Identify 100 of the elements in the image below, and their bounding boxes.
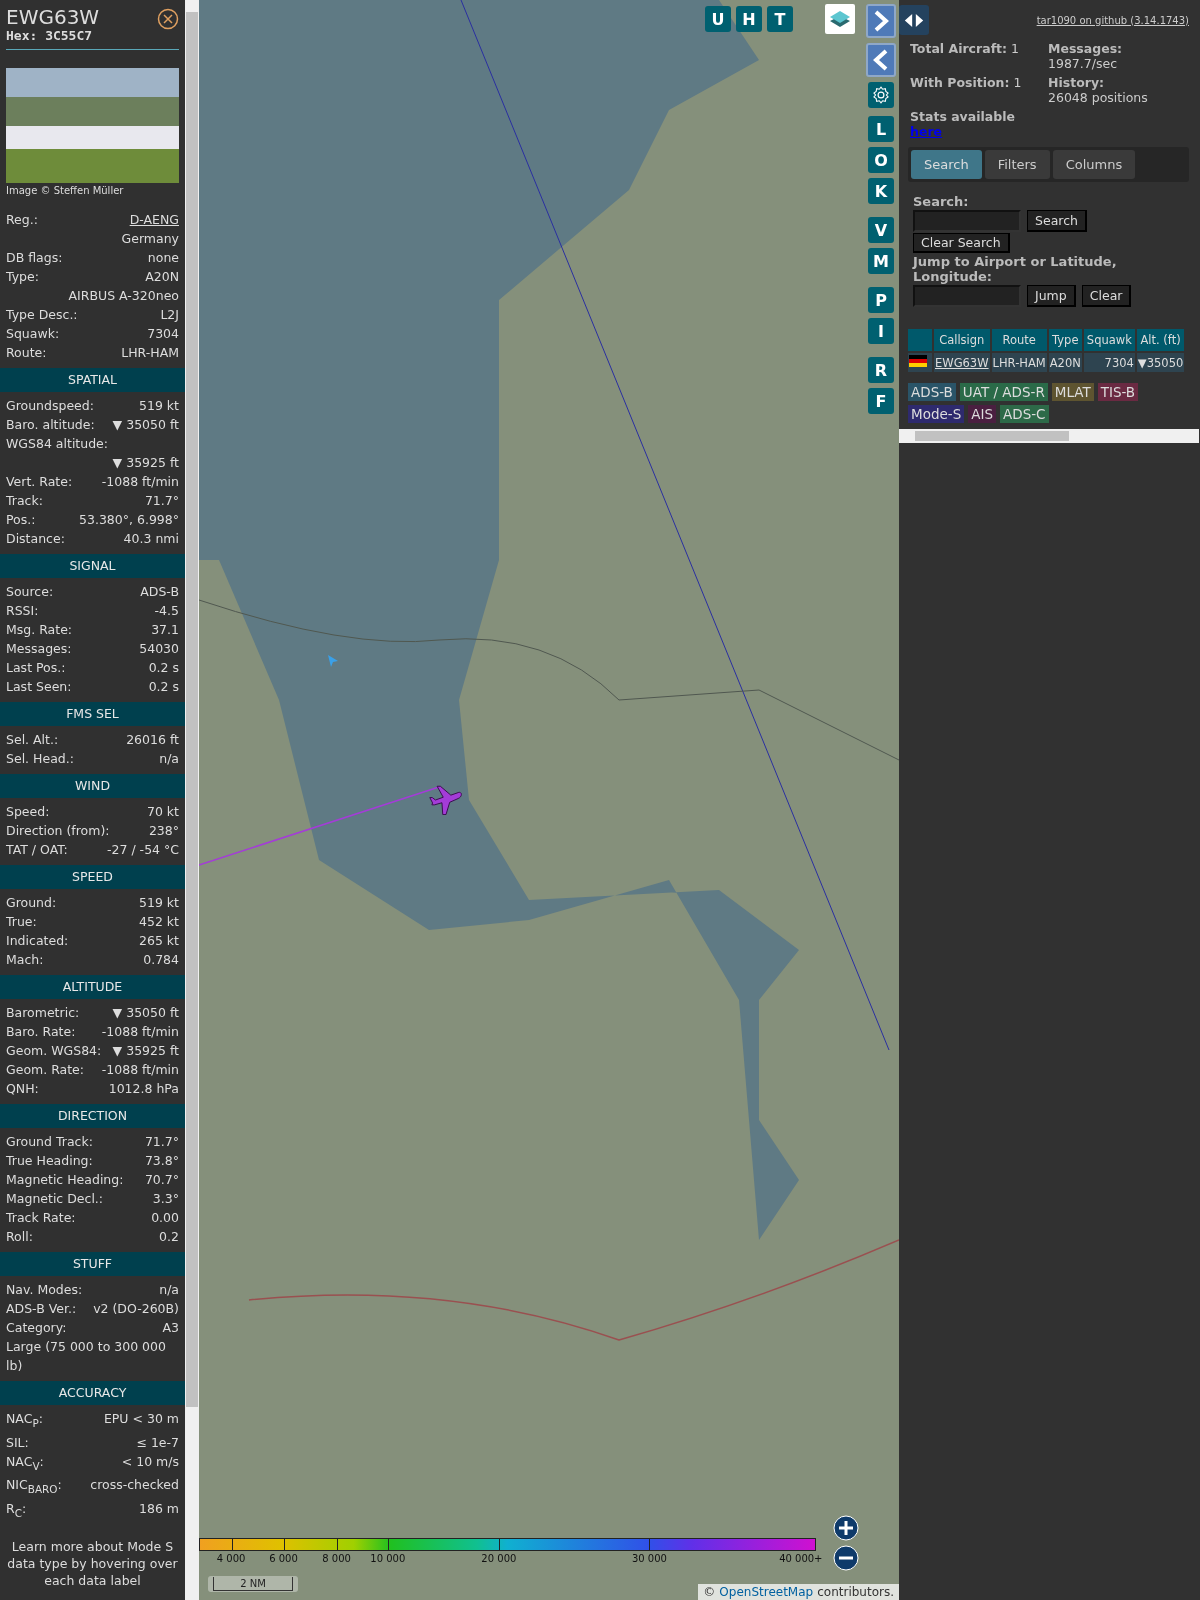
map-toggle-button[interactable]: K xyxy=(868,178,894,204)
field-value: 70 kt xyxy=(146,803,179,821)
scrollbar[interactable] xyxy=(185,0,199,1600)
altitude-scale-label: 40 000+ xyxy=(779,1553,823,1564)
column-header[interactable]: Route xyxy=(991,329,1047,351)
section-header: SPEED xyxy=(0,865,185,889)
settings-button[interactable] xyxy=(868,82,894,108)
field-value: 186 m xyxy=(139,1499,179,1518)
field-label: Geom. Rate: xyxy=(6,1061,85,1079)
source-tag[interactable]: UAT / ADS-R xyxy=(959,383,1048,401)
map-toggle-button[interactable]: P xyxy=(868,287,894,313)
source-tag[interactable]: Mode-S xyxy=(908,405,965,423)
source-tag[interactable]: AIS xyxy=(968,405,997,423)
field-label: Last Pos.: xyxy=(6,659,66,677)
field-value: 0.00 xyxy=(151,1209,179,1227)
callsign-link[interactable]: EWG63W xyxy=(935,355,989,370)
source-tag[interactable]: MLAT xyxy=(1051,383,1094,401)
field-value: 265 kt xyxy=(139,932,179,950)
column-header[interactable]: Type xyxy=(1048,329,1082,351)
field-value: ▼ 35050 ft xyxy=(112,416,179,434)
field-label: Baro. Rate: xyxy=(6,1023,76,1041)
source-tag[interactable]: TIS-B xyxy=(1097,383,1139,401)
map-toggle-button[interactable]: R xyxy=(868,357,894,383)
search-field[interactable] xyxy=(913,210,1021,232)
search-button[interactable]: Search xyxy=(1027,210,1087,232)
field-value: 519 kt xyxy=(139,397,179,415)
map-toggle-button[interactable]: T xyxy=(767,6,793,32)
stat-label: Stats available xyxy=(910,109,1015,124)
plus-icon xyxy=(833,1515,859,1541)
field-value: 3.3° xyxy=(152,1190,179,1208)
altitude-scale-label: 30 000 xyxy=(631,1553,667,1564)
zoom-in-button[interactable] xyxy=(833,1515,859,1541)
field-value: A3 xyxy=(162,1319,179,1337)
field-value: 54030 xyxy=(139,640,179,658)
map-toggle-button[interactable]: M xyxy=(868,248,894,274)
field-label: Magnetic Heading: xyxy=(6,1171,124,1189)
field-label: Type Desc.: xyxy=(6,306,78,324)
registration-link[interactable]: D-AENG xyxy=(129,210,179,229)
jump-button[interactable]: Jump xyxy=(1027,285,1076,307)
field-value: ▼ 35925 ft xyxy=(112,454,179,472)
field-value: -1088 ft/min xyxy=(101,1023,179,1041)
layers-button[interactable] xyxy=(825,4,855,34)
field-label: Geom. WGS84: xyxy=(6,1042,102,1060)
map-toggle-button[interactable]: F xyxy=(868,388,894,414)
field-value: Germany xyxy=(121,230,179,248)
field-label: Source: xyxy=(6,583,54,601)
altitude-scale-label: 6 000 xyxy=(269,1553,298,1564)
field-label: Ground Track: xyxy=(6,1133,93,1151)
field-label: Sel. Head.: xyxy=(6,750,74,768)
tab[interactable]: Search xyxy=(911,150,982,179)
field-label: Pos.: xyxy=(6,511,36,529)
field-label: Squawk: xyxy=(6,325,60,343)
section-header: SIGNAL xyxy=(0,554,185,578)
aircraft-callsign: EWG63W xyxy=(6,6,100,28)
clear-search-button[interactable]: Clear Search xyxy=(913,233,1010,253)
column-header[interactable]: Alt. (ft) xyxy=(1136,329,1185,351)
version-link[interactable]: tar1090 on github (3.14.1743) xyxy=(1036,14,1189,26)
tab[interactable]: Filters xyxy=(984,150,1050,179)
close-icon[interactable] xyxy=(157,8,179,30)
field-value: 53.380°, 6.998° xyxy=(79,511,179,529)
map-toggle-button[interactable]: L xyxy=(868,116,894,142)
source-tag[interactable]: ADS-B xyxy=(908,383,956,401)
horizontal-scrollbar[interactable] xyxy=(899,429,1199,443)
source-tag[interactable]: ADS-C xyxy=(1000,405,1049,423)
map-toggle-button[interactable]: O xyxy=(868,147,894,173)
settings-icon xyxy=(871,85,891,105)
stat-value: 1 xyxy=(1013,75,1022,90)
field-label: Sel. Alt.: xyxy=(6,731,59,749)
map-toggle-button[interactable]: U xyxy=(705,6,731,32)
map-toggle-button[interactable]: H xyxy=(736,6,762,32)
field-value: 0.2 xyxy=(159,1228,179,1246)
jump-field[interactable] xyxy=(913,285,1021,307)
airplane-icon[interactable] xyxy=(429,785,463,815)
attribution-text: contributors. xyxy=(817,1585,894,1599)
map-toggle-button[interactable]: I xyxy=(868,318,894,344)
attribution-link[interactable]: OpenStreetMap xyxy=(719,1585,814,1599)
field-value: 71.7° xyxy=(144,492,179,510)
toggle-panel-button[interactable] xyxy=(899,5,929,35)
field-label: Speed: xyxy=(6,803,50,821)
tab[interactable]: Columns xyxy=(1052,150,1136,179)
collapse-button[interactable] xyxy=(866,43,896,77)
field-label: Distance: xyxy=(6,530,65,548)
zoom-out-button[interactable] xyxy=(833,1545,859,1571)
scale-bar: 2 NM xyxy=(208,1576,298,1592)
field-value: 238° xyxy=(148,822,179,840)
field-value: 73.8° xyxy=(144,1152,179,1170)
section-header: DIRECTION xyxy=(0,1104,185,1128)
field-label: NAC$_{P}$: xyxy=(6,1410,43,1431)
clear-button[interactable]: Clear xyxy=(1081,285,1132,307)
field-value: 519 kt xyxy=(139,894,179,912)
field-label: Reg.: xyxy=(6,211,38,229)
table-cell: A20N xyxy=(1048,353,1082,372)
expand-button[interactable] xyxy=(866,4,896,38)
field-label: Mach: xyxy=(6,951,44,969)
map-toggle-button[interactable]: V xyxy=(868,217,894,243)
field-value: ADS-B xyxy=(140,583,179,601)
column-header[interactable]: Callsign xyxy=(934,329,990,351)
field-label: RSSI: xyxy=(6,602,39,620)
stat-value: 26048 positions xyxy=(1048,90,1148,105)
column-header[interactable]: Squawk xyxy=(1083,329,1135,351)
